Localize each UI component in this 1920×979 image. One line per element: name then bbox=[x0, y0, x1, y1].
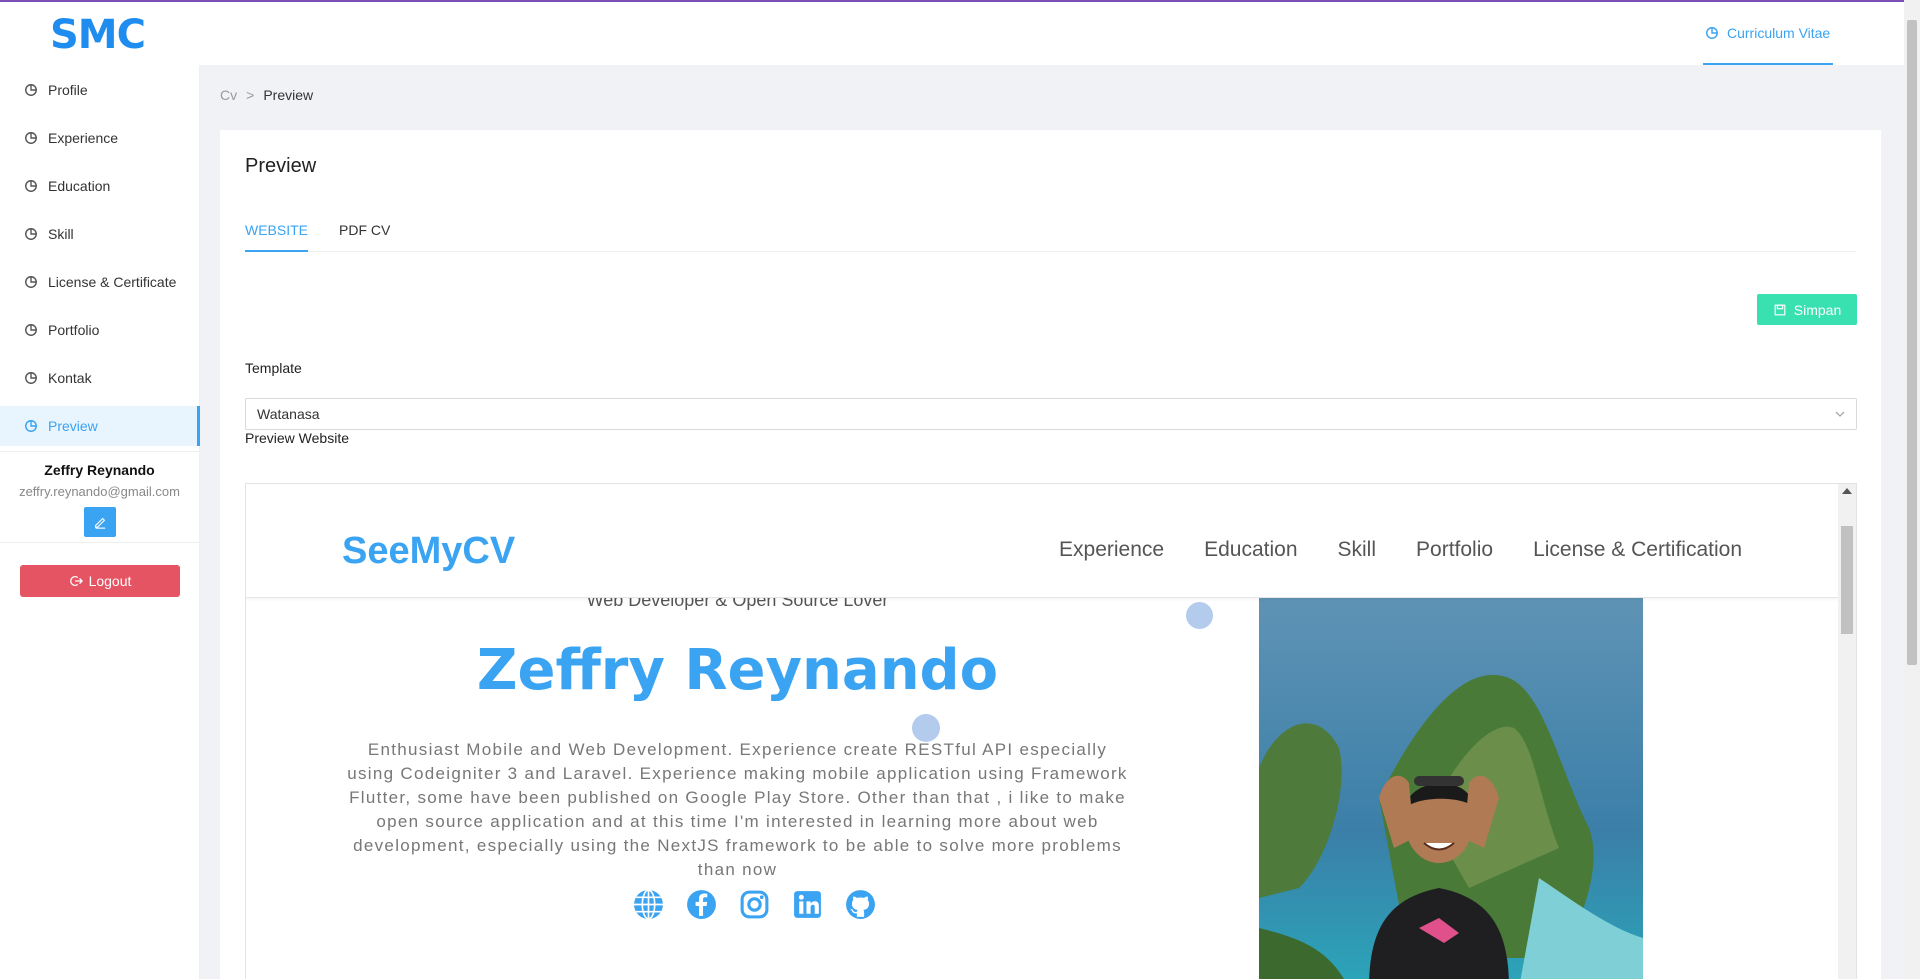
sidebar-item-portfolio[interactable]: Portfolio bbox=[0, 310, 200, 350]
app-logo[interactable]: SMC bbox=[50, 12, 146, 58]
pie-chart-icon bbox=[25, 228, 37, 240]
edit-profile-button[interactable] bbox=[83, 507, 116, 537]
sidebar-item-profile[interactable]: Profile bbox=[0, 70, 200, 110]
save-button[interactable]: Simpan bbox=[1757, 294, 1857, 325]
sidebar: Profile Experience Education Skill Licen… bbox=[0, 65, 200, 979]
breadcrumb-current: Preview bbox=[263, 87, 314, 103]
sidebar-item-label: Portfolio bbox=[48, 322, 100, 338]
sidebar-item-label: Education bbox=[48, 178, 111, 194]
sidebar-item-label: Kontak bbox=[48, 370, 92, 386]
preview-nav-education[interactable]: Education bbox=[1204, 538, 1297, 562]
logout-label: Logout bbox=[88, 573, 132, 589]
preview-hero: Web Developer & Open Source Lover Zeffry… bbox=[246, 590, 1839, 979]
sidebar-item-label: Experience bbox=[48, 130, 119, 146]
preview-nav-experience[interactable]: Experience bbox=[1059, 538, 1164, 562]
preview-nav-portfolio[interactable]: Portfolio bbox=[1416, 538, 1493, 562]
preview-navbar: SeeMyCV Experience Education Skill Portf… bbox=[246, 484, 1839, 598]
pie-chart-icon bbox=[25, 324, 37, 336]
pie-chart-icon bbox=[25, 276, 37, 288]
sidebar-item-education[interactable]: Education bbox=[0, 166, 200, 206]
preview-card: Preview WEBSITE PDF CV Simpan Template W… bbox=[220, 130, 1881, 979]
tab-label: Curriculum Vitae bbox=[1727, 24, 1831, 41]
user-name: Zeffry Reynando bbox=[44, 462, 155, 478]
website-preview-frame[interactable]: SeeMyCV Experience Education Skill Portf… bbox=[245, 483, 1857, 979]
logout-button[interactable]: Logout bbox=[20, 565, 180, 597]
breadcrumb-root[interactable]: Cv bbox=[220, 87, 237, 103]
facebook-icon[interactable] bbox=[685, 888, 718, 921]
preview-nav-license-certification[interactable]: License & Certification bbox=[1533, 538, 1742, 562]
page-scrollbar-thumb[interactable] bbox=[1907, 20, 1917, 665]
sidebar-item-preview[interactable]: Preview bbox=[0, 406, 200, 446]
tab-pdf-cv[interactable]: PDF CV bbox=[339, 222, 390, 252]
preview-social-links bbox=[632, 888, 877, 921]
template-select[interactable]: Watanasa bbox=[245, 398, 1857, 430]
sidebar-item-label: Profile bbox=[48, 82, 88, 98]
profile-photo bbox=[1259, 598, 1643, 979]
template-value: Watanasa bbox=[257, 406, 320, 422]
breadcrumb-separator: > bbox=[246, 87, 255, 103]
pie-chart-icon bbox=[25, 132, 37, 144]
instagram-icon[interactable] bbox=[738, 888, 771, 921]
sidebar-item-label: Skill bbox=[48, 226, 74, 242]
preview-logo[interactable]: SeeMyCV bbox=[342, 530, 515, 573]
pie-chart-icon bbox=[25, 180, 37, 192]
logout-icon bbox=[69, 575, 83, 587]
sidebar-item-label: License & Certificate bbox=[48, 274, 177, 290]
preview-nav-links: Experience Education Skill Portfolio Lic… bbox=[1059, 538, 1742, 562]
decoration-circle bbox=[1186, 602, 1213, 629]
globe-icon[interactable] bbox=[632, 888, 665, 921]
sidebar-item-label: Preview bbox=[48, 418, 98, 434]
chevron-down-icon bbox=[1835, 411, 1845, 417]
pie-chart-icon bbox=[1706, 26, 1718, 39]
edit-icon bbox=[94, 517, 105, 529]
template-label: Template bbox=[245, 360, 302, 376]
preview-name: Zeffry Reynando bbox=[476, 638, 999, 703]
page-scrollbar[interactable] bbox=[1904, 0, 1920, 979]
page-title: Preview bbox=[245, 155, 317, 177]
save-icon bbox=[1774, 304, 1786, 315]
scrollbar-thumb[interactable] bbox=[1841, 526, 1853, 634]
sidebar-item-skill[interactable]: Skill bbox=[0, 214, 200, 254]
sidebar-item-kontak[interactable]: Kontak bbox=[0, 358, 200, 398]
tab-website[interactable]: WEBSITE bbox=[245, 222, 309, 252]
save-label: Simpan bbox=[1793, 301, 1842, 318]
pie-chart-icon bbox=[25, 84, 37, 96]
pie-chart-icon bbox=[25, 420, 37, 432]
github-icon[interactable] bbox=[844, 888, 877, 921]
tab-curriculum-vitae[interactable]: Curriculum Vitae bbox=[1703, 2, 1833, 65]
breadcrumb: Cv > Preview bbox=[220, 87, 313, 103]
user-card: Zeffry Reynando zeffry.reynando@gmail.co… bbox=[0, 451, 199, 543]
pie-chart-icon bbox=[25, 372, 37, 384]
preview-scrollbar[interactable] bbox=[1838, 484, 1856, 979]
user-email: zeffry.reynando@gmail.com bbox=[19, 484, 180, 499]
linkedin-icon[interactable] bbox=[791, 888, 824, 921]
preview-nav-skill[interactable]: Skill bbox=[1338, 538, 1377, 562]
sidebar-item-license-certificate[interactable]: License & Certificate bbox=[0, 262, 200, 302]
scroll-up-arrow-icon[interactable] bbox=[1842, 488, 1852, 494]
sidebar-item-experience[interactable]: Experience bbox=[0, 118, 200, 158]
preview-website-label: Preview Website bbox=[245, 430, 350, 446]
app-header: SMC Curriculum Vitae bbox=[0, 2, 1904, 65]
preview-description: Enthusiast Mobile and Web Development. E… bbox=[347, 740, 1128, 879]
main-content: Cv > Preview Preview WEBSITE PDF CV Simp… bbox=[200, 65, 1904, 979]
preview-tabs: WEBSITE PDF CV bbox=[245, 210, 1856, 252]
